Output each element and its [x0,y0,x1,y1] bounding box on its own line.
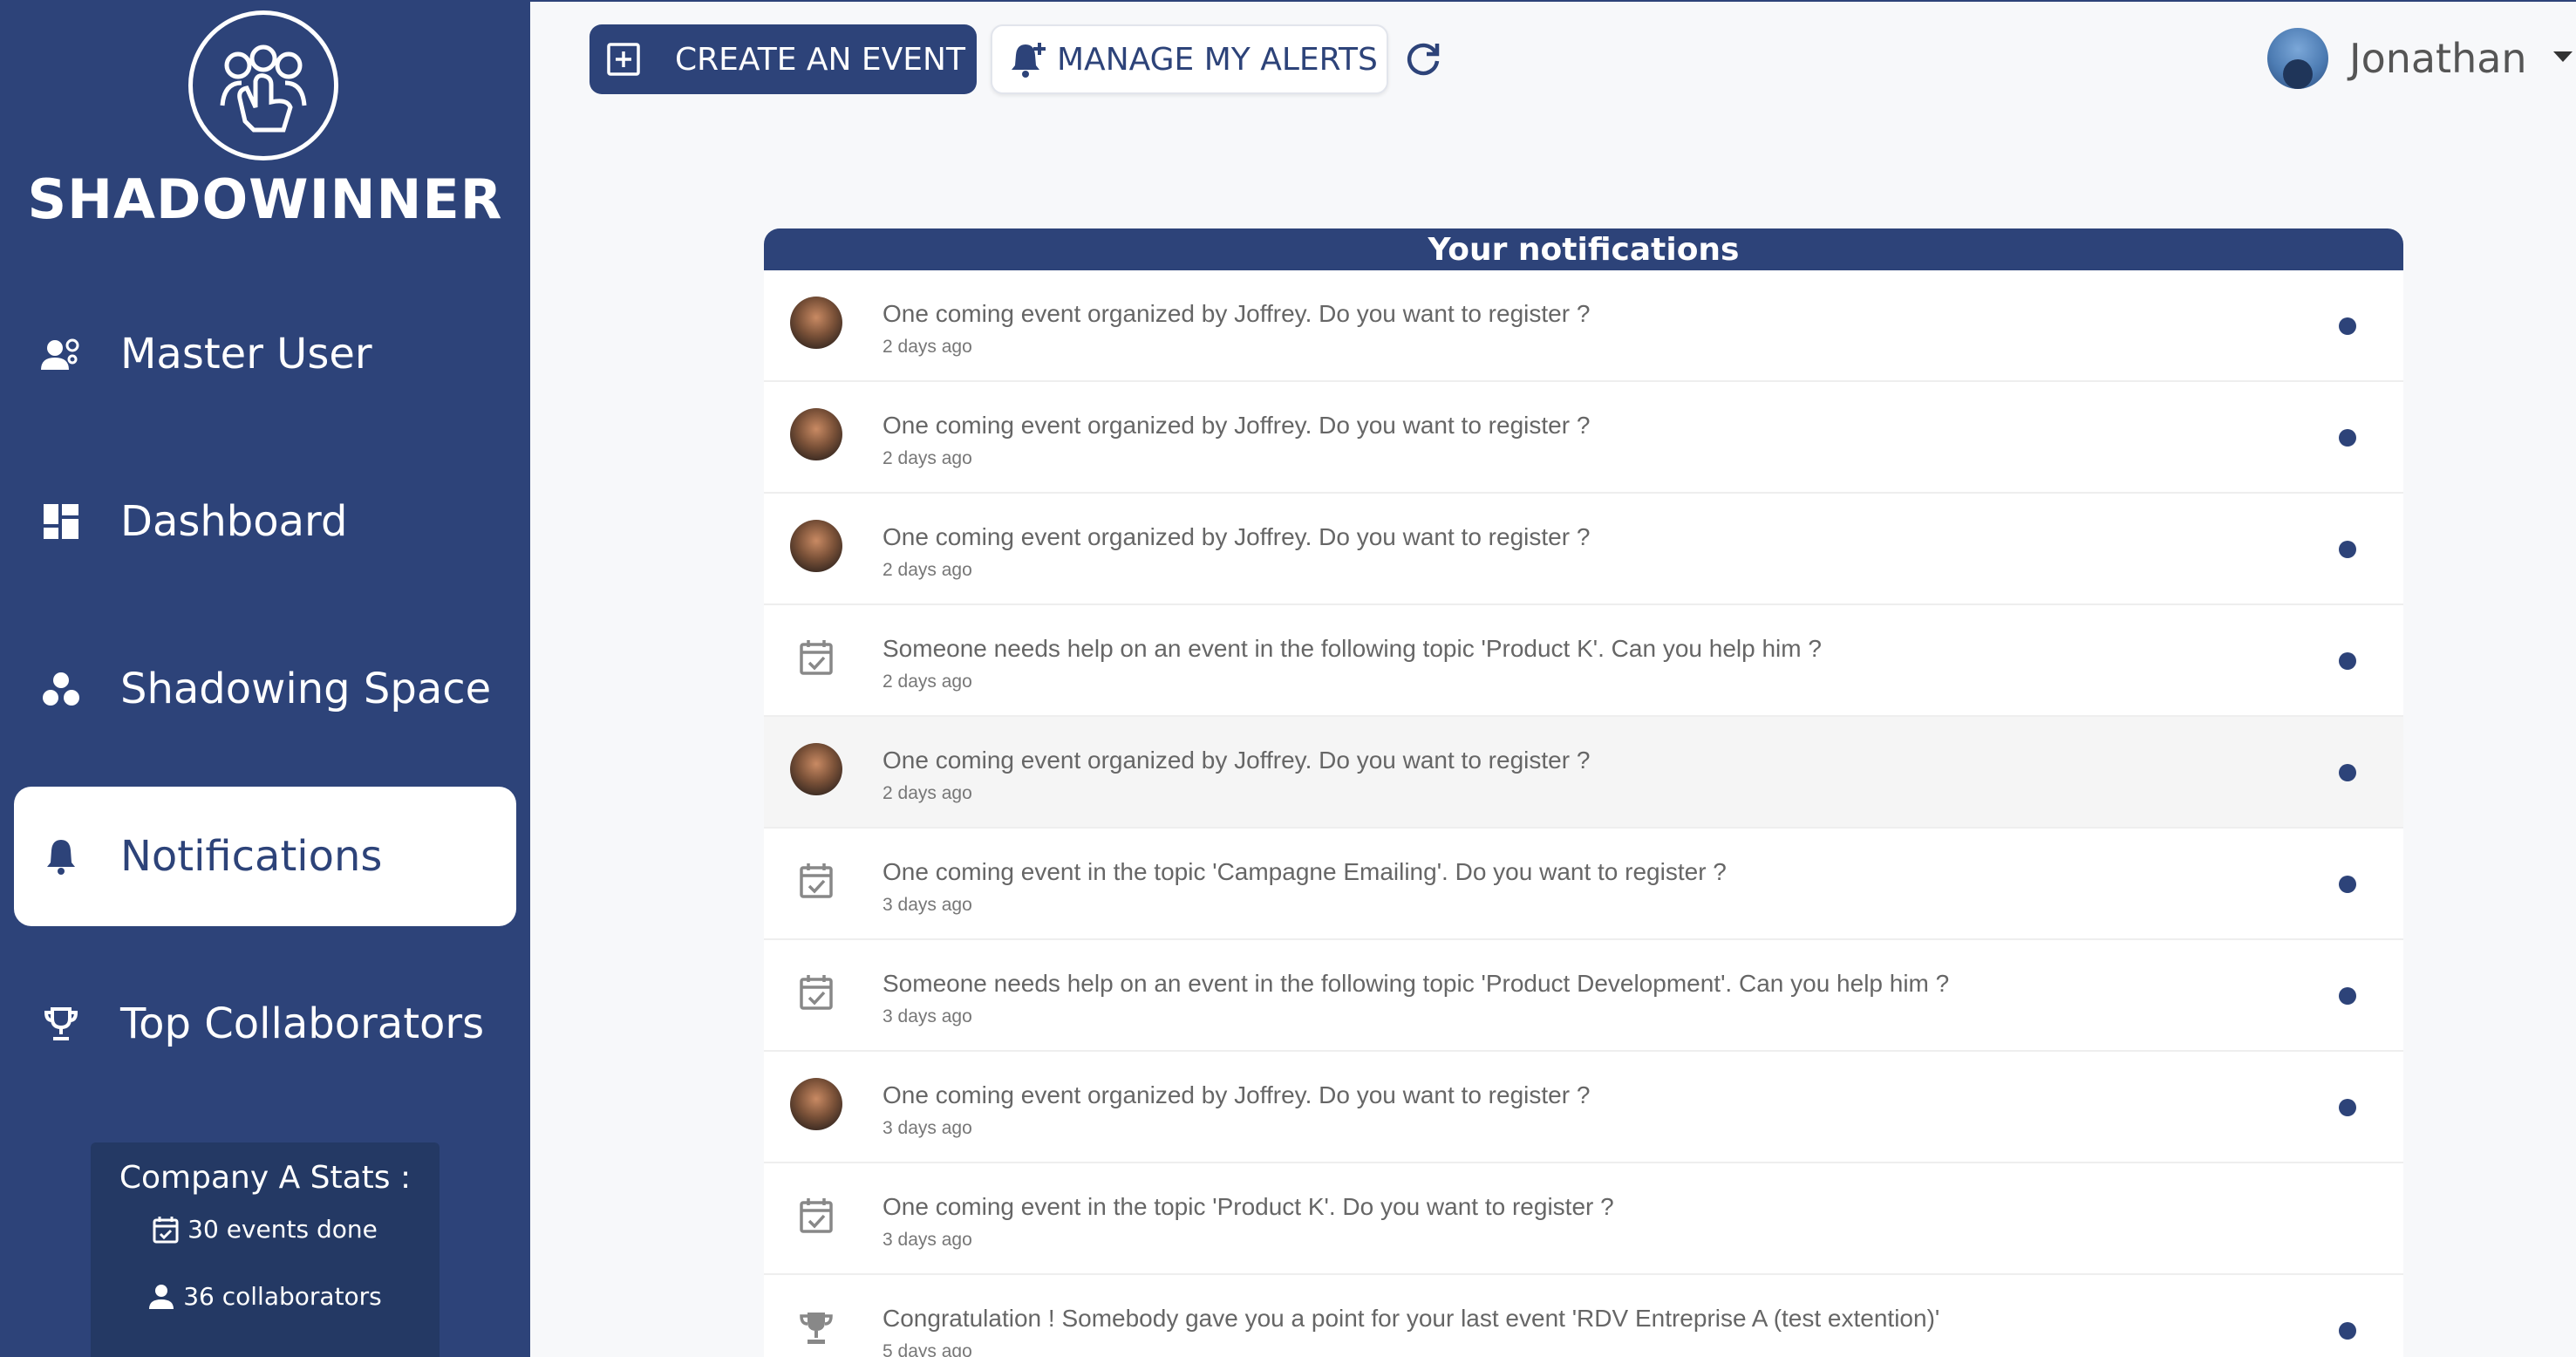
calendar-check-icon [153,1216,179,1243]
calendar-check-icon [790,855,842,907]
trophy-icon [790,1301,842,1354]
panel-title: Your notifications [764,228,2403,270]
sidebar-item-dashboard[interactable]: Dashboard [14,452,516,591]
notification-time: 2 days ago [883,337,972,357]
notification-time: 3 days ago [883,1118,972,1138]
sidebar-item-label: Notifications [120,832,383,881]
trophy-icon [37,999,85,1048]
notification-text: Congratulation ! Somebody gave you a poi… [883,1305,1940,1332]
notification-text: One coming event in the topic 'Product K… [883,1193,1614,1220]
avatar [790,297,842,349]
bell-plus-icon [1010,41,1048,78]
sidebar-item-label: Shadowing Space [120,665,492,713]
unread-dot [2339,541,2356,558]
notification-item[interactable]: Someone needs help on an event in the fo… [764,605,2403,717]
notification-time: 2 days ago [883,783,972,803]
notification-item[interactable]: Someone needs help on an event in the fo… [764,940,2403,1052]
create-event-button[interactable]: CREATE AN EVENT [589,24,977,94]
create-event-label: CREATE AN EVENT [675,41,965,78]
avatar [2267,28,2328,89]
stats-collaborators: 36 collaborators [91,1282,440,1311]
notification-time: 3 days ago [883,895,972,915]
notifications-list: One coming event organized by Joffrey. D… [764,270,2403,1357]
manage-alerts-button[interactable]: MANAGE MY ALERTS [991,24,1388,94]
notification-text: Someone needs help on an event in the fo… [883,970,1950,997]
avatar [790,1078,842,1130]
chevron-down-icon [2552,51,2573,67]
notification-text: One coming event organized by Joffrey. D… [883,747,1591,774]
unread-dot [2339,1322,2356,1340]
stats-events: 30 events done [91,1215,440,1244]
manage-alerts-label: MANAGE MY ALERTS [1057,41,1378,78]
company-stats: Company A Stats : 30 events done 36 coll… [91,1142,440,1357]
user-gear-icon [37,330,85,378]
people-hand-logo-icon [188,10,338,160]
notification-item[interactable]: One coming event organized by Joffrey. D… [764,382,2403,494]
notification-item[interactable]: One coming event organized by Joffrey. D… [764,494,2403,605]
notification-time: 2 days ago [883,672,972,692]
unread-dot [2339,429,2356,447]
notification-item[interactable]: Congratulation ! Somebody gave you a poi… [764,1275,2403,1357]
notification-text: One coming event organized by Joffrey. D… [883,1081,1591,1108]
notification-time: 5 days ago [883,1341,972,1357]
stats-events-label: 30 events done [187,1215,378,1244]
notification-text: One coming event organized by Joffrey. D… [883,300,1591,327]
notification-text: One coming event in the topic 'Campagne … [883,858,1727,885]
avatar [790,743,842,795]
sidebar-item-shadowing-space[interactable]: Shadowing Space [14,619,516,759]
stats-collaborators-label: 36 collaborators [183,1282,382,1311]
sidebar-item-notifications[interactable]: Notifications [14,787,516,926]
avatar [790,520,842,572]
brand-name: SHADOWINNER [27,167,503,231]
sidebar-item-label: Master User [120,330,372,378]
notification-time: 3 days ago [883,1006,972,1026]
calendar-check-icon [790,1190,842,1242]
bubbles-icon [37,665,85,713]
notification-time: 2 days ago [883,560,972,580]
sidebar-item-master-user[interactable]: Master User [14,284,516,424]
dashboard-icon [37,497,85,546]
notifications-panel: Your notifications One coming event orga… [764,228,2403,1357]
user-name: Jonathan [2349,35,2527,82]
unread-dot [2339,987,2356,1005]
avatar [790,408,842,460]
notification-item[interactable]: One coming event organized by Joffrey. D… [764,717,2403,829]
notification-time: 2 days ago [883,448,972,468]
person-icon [149,1284,174,1309]
sidebar-item-label: Dashboard [120,497,348,546]
refresh-icon[interactable] [1402,38,1444,80]
sidebar: SHADOWINNER Master User Dashboard Shadow… [0,0,530,1357]
unread-dot [2339,876,2356,893]
add-box-icon [607,43,640,76]
notification-item[interactable]: One coming event organized by Joffrey. D… [764,1052,2403,1163]
notification-text: Someone needs help on an event in the fo… [883,635,1822,662]
notification-item[interactable]: One coming event in the topic 'Campagne … [764,829,2403,940]
user-menu[interactable]: Jonathan [2267,28,2573,89]
notification-text: One coming event organized by Joffrey. D… [883,523,1591,550]
notification-text: One coming event organized by Joffrey. D… [883,412,1591,439]
calendar-check-icon [790,631,842,684]
notification-time: 3 days ago [883,1230,972,1250]
sidebar-item-top-collaborators[interactable]: Top Collaborators [14,954,516,1094]
top-border [530,0,2576,2]
stats-title: Company A Stats : [119,1160,412,1196]
unread-dot [2339,1099,2356,1116]
notification-item[interactable]: One coming event organized by Joffrey. D… [764,270,2403,382]
notification-item[interactable]: One coming event in the topic 'Product K… [764,1163,2403,1275]
calendar-check-icon [790,966,842,1019]
unread-dot [2339,652,2356,670]
unread-dot [2339,317,2356,335]
bell-icon [37,832,85,881]
sidebar-item-label: Top Collaborators [120,999,485,1048]
unread-dot [2339,764,2356,781]
